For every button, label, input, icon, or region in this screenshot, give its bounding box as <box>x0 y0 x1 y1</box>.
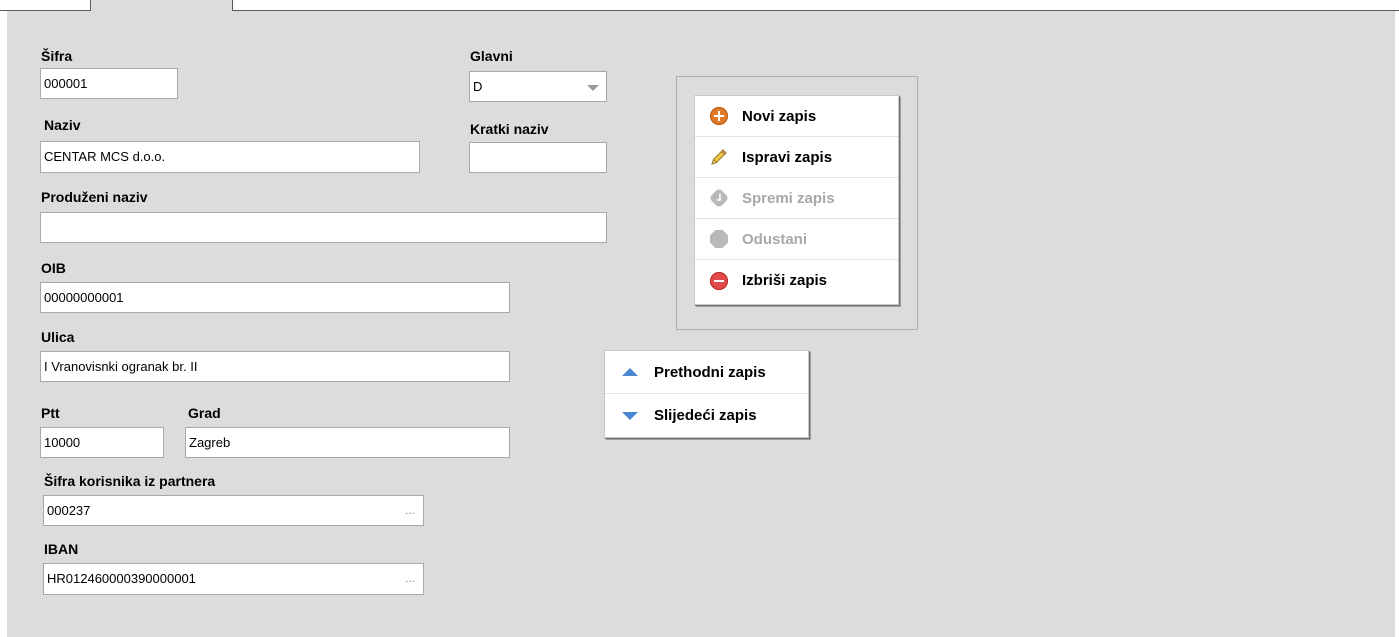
cancel-button[interactable]: Odustani <box>695 219 898 260</box>
previous-record-label: Prethodni zapis <box>654 363 766 381</box>
actions-panel: Novi zapis Ispravi zapis Spremi zapis Od… <box>694 95 899 305</box>
cancel-label: Odustani <box>742 230 808 248</box>
previous-record-button[interactable]: Prethodni zapis <box>605 351 808 394</box>
delete-record-label: Izbriši zapis <box>742 272 828 289</box>
oib-input[interactable]: 00000000001 <box>40 282 510 313</box>
produzeni-naziv-label: Produženi naziv <box>41 189 148 205</box>
navigation-panel: Prethodni zapis Slijedeći zapis <box>604 350 809 438</box>
plus-circle-icon <box>709 106 729 126</box>
ptt-label: Ptt <box>41 405 60 421</box>
save-record-button[interactable]: Spremi zapis <box>695 178 898 219</box>
kratki-naziv-label: Kratki naziv <box>470 121 549 137</box>
tab-strip <box>0 0 90 10</box>
sifra-korisnika-input[interactable]: 000237 ... <box>43 495 424 526</box>
produzeni-naziv-input[interactable] <box>40 212 607 243</box>
iban-value: HR012460000390000001 <box>47 571 196 586</box>
sifra-korisnika-label: Šifra korisnika iz partnera <box>44 473 216 489</box>
save-record-label: Spremi zapis <box>742 189 835 207</box>
glavni-select[interactable]: D <box>469 71 607 102</box>
triangle-down-icon <box>621 406 641 426</box>
glavni-value: D <box>473 79 483 94</box>
iban-label: IBAN <box>44 541 79 557</box>
new-record-button[interactable]: Novi zapis <box>695 96 898 137</box>
next-record-button[interactable]: Slijedeći zapis <box>605 394 808 437</box>
ulica-input[interactable]: I Vranovisnki ogranak br. II <box>40 351 510 382</box>
sifra-input[interactable]: 000001 <box>40 68 178 99</box>
edit-record-button[interactable]: Ispravi zapis <box>695 137 898 178</box>
naziv-input[interactable]: CENTAR MCS d.o.o. <box>40 141 420 173</box>
glavni-label: Glavni <box>470 48 513 64</box>
tab-active[interactable] <box>90 0 233 11</box>
stop-icon <box>709 229 729 249</box>
ulica-label: Ulica <box>41 329 75 345</box>
triangle-up-icon <box>621 362 641 382</box>
chevron-down-icon[interactable] <box>587 85 599 91</box>
iban-input[interactable]: HR012460000390000001 ... <box>43 563 424 595</box>
kratki-naziv-input[interactable] <box>469 142 607 173</box>
new-record-label: Novi zapis <box>742 107 817 125</box>
delete-record-button[interactable]: Izbriši zapis <box>695 260 898 301</box>
grad-label: Grad <box>188 405 221 421</box>
check-icon <box>708 187 730 209</box>
sifra-label: Šifra <box>41 48 73 64</box>
ptt-input[interactable]: 10000 <box>40 427 164 458</box>
next-record-label: Slijedeći zapis <box>654 407 757 424</box>
naziv-label: Naziv <box>44 117 81 133</box>
minus-circle-icon <box>709 271 729 291</box>
lookup-ellipsis-icon[interactable]: ... <box>401 564 419 593</box>
grad-input[interactable]: Zagreb <box>185 427 510 458</box>
oib-label: OIB <box>41 260 66 276</box>
sifra-korisnika-value: 000237 <box>47 503 91 518</box>
lookup-ellipsis-icon[interactable]: ... <box>401 496 419 525</box>
edit-record-label: Ispravi zapis <box>742 148 833 166</box>
pencil-icon <box>709 147 729 167</box>
